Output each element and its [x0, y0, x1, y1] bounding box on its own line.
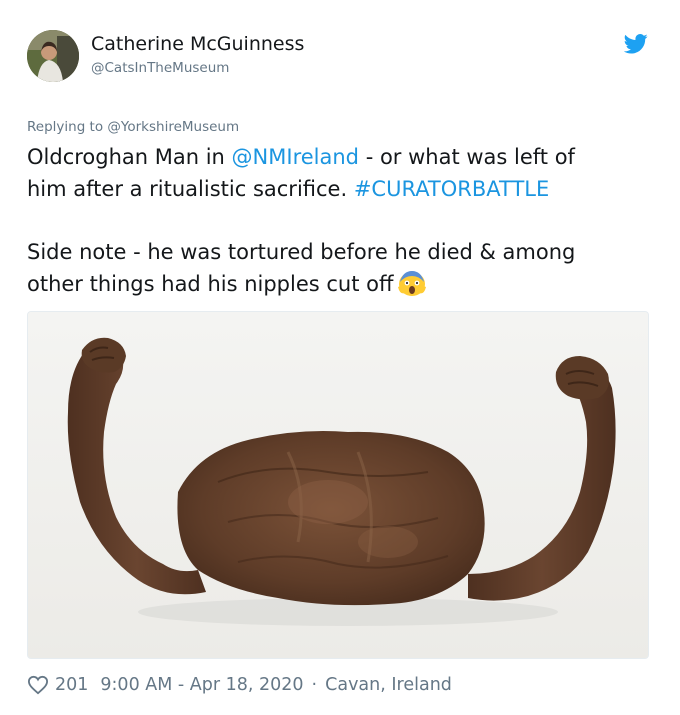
avatar-image — [27, 30, 79, 82]
twitter-bird-icon[interactable] — [624, 33, 648, 55]
footer-separator: · — [311, 675, 318, 695]
tweet-timestamp[interactable]: 9:00 AM - Apr 18, 2020 — [100, 675, 303, 695]
tweet-text-segment: - or what was left of — [359, 145, 575, 169]
replying-to[interactable]: Replying to @YorkshireMuseum — [27, 119, 239, 135]
tweet-photo[interactable] — [27, 311, 649, 659]
tweet-text-segment: other things had his nipples cut off — [27, 272, 394, 296]
tweet-text-line-2: him after a ritualistic sacrifice. #CURA… — [27, 173, 657, 205]
hashtag-link[interactable]: #CURATORBATTLE — [354, 177, 549, 201]
bog-body-image — [28, 312, 648, 658]
tweet-location[interactable]: Cavan, Ireland — [325, 675, 452, 695]
tweet-text-segment: him after a ritualistic sacrifice. — [27, 177, 354, 201]
tweet-text-segment: Oldcroghan Man in — [27, 145, 232, 169]
author-display-name[interactable]: Catherine McGuinness — [91, 33, 304, 55]
tweet-text-line-1: Oldcroghan Man in @NMIreland - or what w… — [27, 141, 657, 173]
mention-link[interactable]: @NMIreland — [232, 145, 359, 169]
author-handle[interactable]: @CatsInTheMuseum — [91, 60, 229, 76]
avatar[interactable] — [27, 30, 79, 82]
heart-icon[interactable] — [27, 675, 49, 695]
tweet-card: Catherine McGuinness @CatsInTheMuseum Re… — [0, 0, 680, 715]
tweet-text-line-3: Side note - he was tortured before he di… — [27, 240, 576, 264]
like-count[interactable]: 201 — [55, 675, 88, 695]
tweet-footer: 201 9:00 AM - Apr 18, 2020 · Cavan, Irel… — [27, 672, 452, 698]
scream-emoji-icon — [398, 271, 427, 296]
tweet-text-line-4: other things had his nipples cut off — [27, 268, 657, 300]
